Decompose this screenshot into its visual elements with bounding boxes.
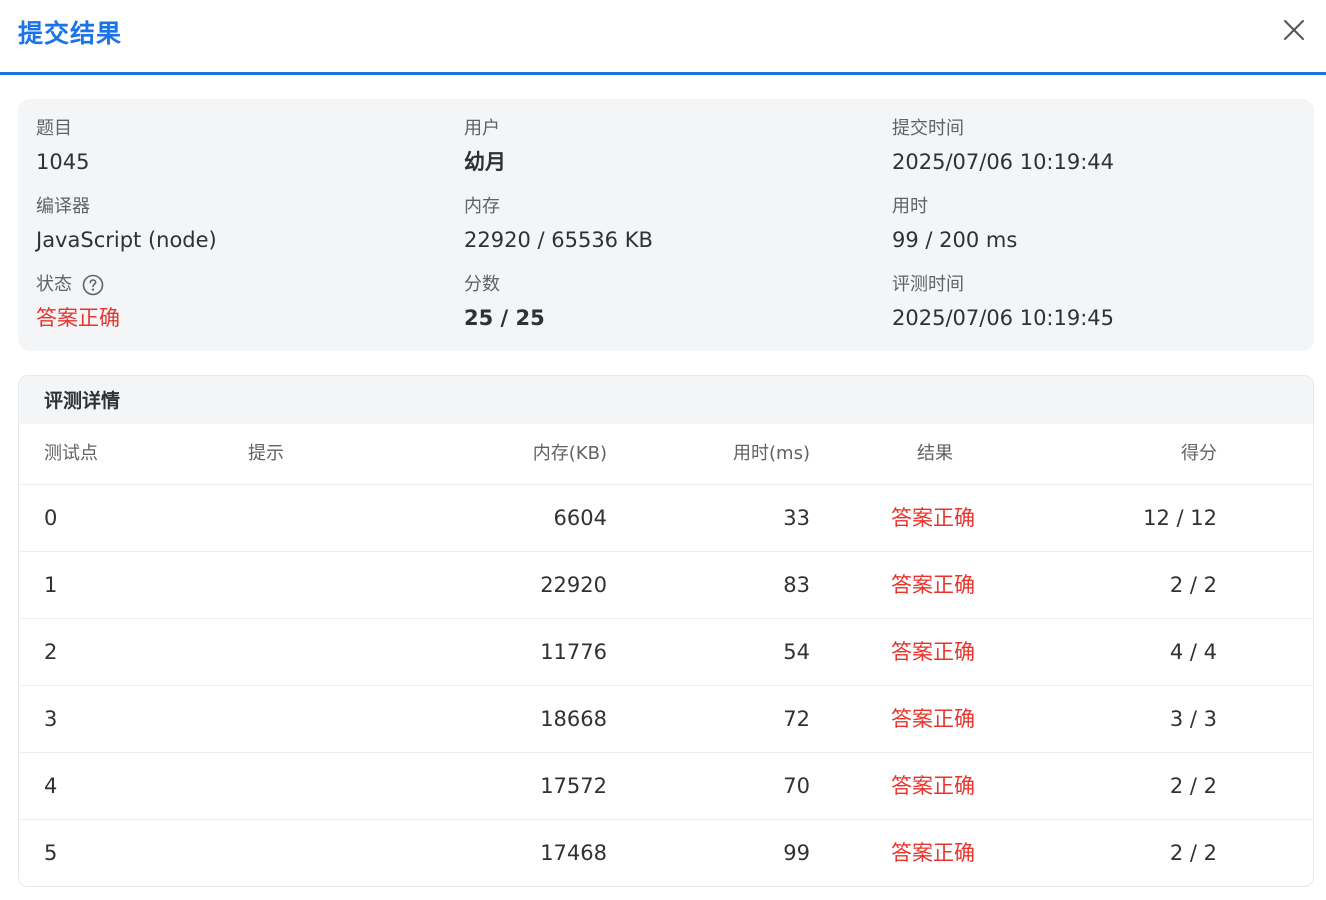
table-row: 4 17572 70 答案正确 2 / 2 — [19, 753, 1313, 820]
col-time: 用时(ms) — [733, 443, 810, 464]
case-id: 3 — [44, 707, 58, 731]
memory-label: 内存 — [464, 196, 500, 217]
time-label: 用时 — [892, 196, 928, 217]
case-time: 70 — [783, 774, 810, 798]
compiler-value: JavaScript (node) — [36, 228, 217, 252]
case-id: 0 — [44, 506, 58, 530]
score-label: 分数 — [464, 274, 500, 295]
table-header: 测试点 提示 内存(KB) 用时(ms) 结果 得分 — [19, 424, 1313, 485]
judge-time-label: 评测时间 — [892, 274, 964, 295]
case-time: 33 — [783, 506, 810, 530]
user-value: 幼月 — [464, 150, 506, 174]
case-time: 83 — [783, 573, 810, 597]
table-row: 0 6604 33 答案正确 12 / 12 — [19, 485, 1313, 552]
info-problem: 题目 1045 — [36, 117, 436, 175]
help-icon[interactable] — [82, 274, 104, 296]
status-label: 状态 — [36, 274, 72, 295]
info-user: 用户 幼月 — [464, 117, 864, 175]
case-score: 2 / 2 — [1169, 573, 1217, 597]
submission-info-panel: 题目 1045 用户 幼月 提交时间 2025/07/06 10:19:44 编… — [18, 99, 1314, 351]
info-time: 用时 99 / 200 ms — [892, 195, 1292, 253]
problem-value: 1045 — [36, 150, 90, 174]
table-row: 1 22920 83 答案正确 2 / 2 — [19, 552, 1313, 619]
col-score: 得分 — [1181, 443, 1217, 464]
case-id: 4 — [44, 774, 58, 798]
judge-details-title: 评测详情 — [19, 376, 1313, 424]
case-result: 答案正确 — [891, 707, 975, 731]
submit-time-value: 2025/07/06 10:19:44 — [892, 150, 1115, 174]
case-time: 99 — [783, 841, 810, 865]
info-status: 状态 答案正确 — [36, 273, 436, 331]
case-time: 72 — [783, 707, 810, 731]
case-score: 3 / 3 — [1169, 707, 1217, 731]
case-id: 5 — [44, 841, 58, 865]
compiler-label: 编译器 — [36, 196, 90, 217]
table-row: 3 18668 72 答案正确 3 / 3 — [19, 686, 1313, 753]
problem-label: 题目 — [36, 118, 72, 139]
case-memory: 18668 — [540, 707, 607, 731]
case-result: 答案正确 — [891, 573, 975, 597]
close-icon — [1284, 20, 1304, 40]
table-row: 2 11776 54 答案正确 4 / 4 — [19, 619, 1313, 686]
case-id: 1 — [44, 573, 58, 597]
time-value: 99 / 200 ms — [892, 228, 1018, 252]
info-submit-time: 提交时间 2025/07/06 10:19:44 — [892, 117, 1292, 175]
status-value: 答案正确 — [36, 306, 120, 330]
case-result: 答案正确 — [891, 640, 975, 664]
memory-value: 22920 / 65536 KB — [464, 228, 653, 252]
case-memory: 11776 — [540, 640, 607, 664]
submit-time-label: 提交时间 — [892, 118, 964, 139]
case-time: 54 — [783, 640, 810, 664]
user-label: 用户 — [464, 118, 500, 139]
case-memory: 22920 — [540, 573, 607, 597]
info-compiler: 编译器 JavaScript (node) — [36, 195, 436, 253]
case-result: 答案正确 — [891, 506, 975, 530]
case-memory: 17468 — [540, 841, 607, 865]
case-memory: 6604 — [553, 506, 607, 530]
dialog-header: 提交结果 — [0, 0, 1326, 75]
table-row: 5 17468 99 答案正确 2 / 2 — [19, 820, 1313, 886]
judge-time-value: 2025/07/06 10:19:45 — [892, 306, 1115, 330]
case-id: 2 — [44, 640, 58, 664]
info-memory: 内存 22920 / 65536 KB — [464, 195, 864, 253]
score-value: 25 / 25 — [464, 306, 545, 330]
case-score: 2 / 2 — [1169, 774, 1217, 798]
col-hint: 提示 — [248, 443, 284, 464]
judge-details-panel: 评测详情 测试点 提示 内存(KB) 用时(ms) 结果 得分 0 6604 3… — [18, 375, 1314, 887]
col-case: 测试点 — [44, 443, 98, 464]
col-memory: 内存(KB) — [532, 443, 607, 464]
col-result: 结果 — [917, 443, 953, 464]
dialog-title: 提交结果 — [18, 19, 123, 48]
case-result: 答案正确 — [891, 774, 975, 798]
close-button[interactable] — [1280, 16, 1308, 44]
case-memory: 17572 — [540, 774, 607, 798]
case-score: 2 / 2 — [1169, 841, 1217, 865]
info-score: 分数 25 / 25 — [464, 273, 864, 331]
case-result: 答案正确 — [891, 841, 975, 865]
case-score: 4 / 4 — [1169, 640, 1217, 664]
info-judge-time: 评测时间 2025/07/06 10:19:45 — [892, 273, 1292, 331]
case-score: 12 / 12 — [1143, 506, 1217, 530]
